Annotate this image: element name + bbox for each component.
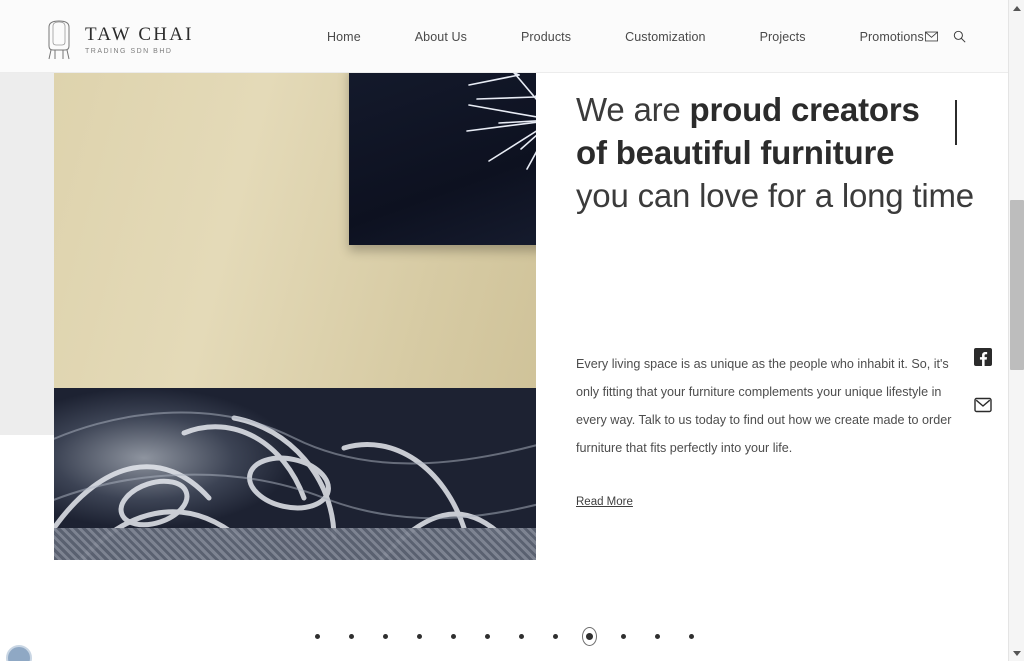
nav-item-home[interactable]: Home <box>300 30 388 44</box>
dot-icon <box>484 633 490 639</box>
carousel-dots <box>0 625 1008 647</box>
site-header: TAW CHAI TRADING SDN BHD Home About Us P… <box>0 0 1008 73</box>
logo-subtitle: TRADING SDN BHD <box>85 47 173 55</box>
carousel-dot-7[interactable] <box>504 625 538 647</box>
dot-icon <box>620 633 626 639</box>
mail-icon[interactable] <box>925 30 938 43</box>
dot-icon <box>450 633 456 639</box>
browser-page: TAW CHAI TRADING SDN BHD Home About Us P… <box>0 0 1024 661</box>
vertical-scrollbar[interactable] <box>1008 0 1024 661</box>
left-decor-band <box>0 73 54 435</box>
nav-item-projects[interactable]: Projects <box>733 30 833 44</box>
nav-item-customization[interactable]: Customization <box>598 30 733 44</box>
hero-body-text: Every living space is as unique as the p… <box>576 357 952 455</box>
site-logo[interactable]: TAW CHAI TRADING SDN BHD <box>42 18 194 62</box>
carousel-dot-4[interactable] <box>402 625 436 647</box>
logo-text: TAW CHAI TRADING SDN BHD <box>85 25 194 55</box>
armchair-icon <box>42 18 76 62</box>
carousel-dot-10[interactable] <box>606 625 640 647</box>
carousel-dot-9-active[interactable] <box>572 625 606 647</box>
read-more-link[interactable]: Read More <box>576 496 633 508</box>
logo-title: TAW CHAI <box>85 24 194 46</box>
carousel-dot-5[interactable] <box>436 625 470 647</box>
scroll-thumb[interactable] <box>1010 200 1024 370</box>
headline-part-3: of beautiful furniture <box>576 134 895 171</box>
carousel-dot-6[interactable] <box>470 625 504 647</box>
hero-image-art-panel <box>349 73 536 245</box>
hero-copy: We are proud creators of beautiful furni… <box>576 88 976 217</box>
headline-part-1: We are <box>576 91 690 128</box>
nav-item-about-us[interactable]: About Us <box>388 30 494 44</box>
carousel-dot-11[interactable] <box>640 625 674 647</box>
dot-icon <box>654 633 660 639</box>
facebook-icon[interactable] <box>974 348 992 366</box>
carousel-dot-12[interactable] <box>674 625 708 647</box>
scroll-up-arrow[interactable] <box>1009 0 1024 16</box>
dot-icon <box>688 633 694 639</box>
hero-section: We are proud creators of beautiful furni… <box>0 73 1008 593</box>
carousel-dot-1[interactable] <box>300 625 334 647</box>
text-caret <box>955 100 957 145</box>
hero-headline: We are proud creators of beautiful furni… <box>576 88 976 217</box>
dot-icon <box>382 633 388 639</box>
dot-icon <box>314 633 320 639</box>
header-icon-group <box>925 0 966 73</box>
scroll-down-arrow[interactable] <box>1009 645 1024 661</box>
email-icon[interactable] <box>974 396 992 414</box>
nav-item-products[interactable]: Products <box>494 30 598 44</box>
dot-icon <box>348 633 354 639</box>
active-dot-ring <box>581 626 597 646</box>
carousel-dot-3[interactable] <box>368 625 402 647</box>
hero-image <box>54 73 536 560</box>
dot-icon <box>416 633 422 639</box>
carousel-dot-8[interactable] <box>538 625 572 647</box>
chat-widget-icon[interactable] <box>6 645 32 661</box>
main-navigation: Home About Us Products Customization Pro… <box>300 0 951 73</box>
hero-image-seat-texture <box>54 528 536 560</box>
carousel-dot-2[interactable] <box>334 625 368 647</box>
page-viewport: TAW CHAI TRADING SDN BHD Home About Us P… <box>0 0 1008 661</box>
triangle-down-icon <box>1013 650 1021 656</box>
dot-icon <box>518 633 524 639</box>
headline-part-4: you can love for a long time <box>576 177 974 214</box>
triangle-up-icon <box>1013 5 1021 11</box>
dot-icon <box>585 632 593 640</box>
headline-part-2: proud creators <box>689 91 920 128</box>
search-icon[interactable] <box>953 30 966 43</box>
dot-icon <box>552 633 558 639</box>
social-rail <box>974 348 992 414</box>
